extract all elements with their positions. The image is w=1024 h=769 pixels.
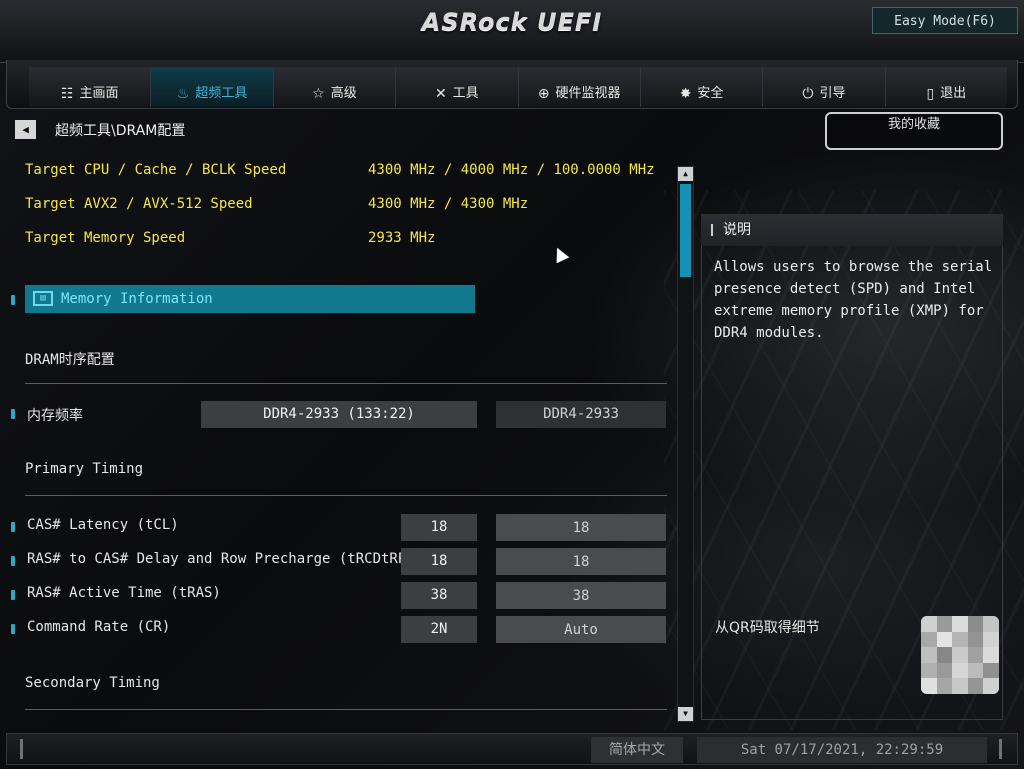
easy-mode-button[interactable]: Easy Mode(F6)	[872, 7, 1018, 34]
tab-label: 工具	[452, 86, 479, 101]
cas-latency-label: CAS# Latency (tCL)	[27, 517, 179, 533]
tras-label: RAS# Active Time (tRAS)	[27, 585, 221, 601]
tab-label: 超频工具	[195, 86, 248, 101]
footer-divider	[20, 739, 23, 759]
cas-latency-current: 18	[401, 514, 477, 541]
cas-latency-select[interactable]: 18	[496, 514, 666, 541]
breadcrumb: 超频工具\DRAM配置	[55, 123, 186, 139]
tab-boot[interactable]: ⏻ 引导	[763, 67, 886, 107]
scroll-up-arrow-icon[interactable]: ▲	[678, 167, 693, 181]
command-rate-current: 2N	[401, 616, 477, 643]
trcdtrp-label: RAS# to CAS# Delay and Row Precharge (tR…	[27, 551, 415, 567]
item-marker	[11, 556, 15, 566]
scrollbar[interactable]: ▲ ▼	[677, 166, 694, 722]
tras-select[interactable]: 38	[496, 582, 666, 609]
command-rate-label: Command Rate (CR)	[27, 619, 171, 635]
qr-code-label: 从QR码取得细节	[715, 620, 820, 636]
target-label: Target Memory Speed	[25, 230, 186, 246]
exit-door-icon: ▯	[926, 86, 935, 102]
memory-information-label: Memory Information	[61, 291, 213, 307]
tab-label: 退出	[940, 86, 967, 101]
tab-main[interactable]: ☷ 主画面	[29, 67, 152, 107]
memory-frequency-select[interactable]: DDR4-2933	[496, 401, 666, 428]
description-header: 说明	[701, 214, 1003, 246]
tools-icon: ✕	[434, 86, 447, 102]
item-marker	[11, 409, 15, 419]
star-icon: ☆	[312, 86, 325, 102]
favorites-button[interactable]: 我的收藏	[825, 112, 1003, 150]
qr-code-icon	[921, 616, 999, 694]
memory-module-icon: ▤	[33, 291, 53, 306]
section-dram-timing: DRAM时序配置	[25, 352, 115, 368]
tab-hardware-monitor[interactable]: ⊕ 硬件监视器	[518, 67, 641, 107]
target-icon: ⊕	[537, 86, 550, 102]
target-value: 4300 MHz / 4300 MHz	[368, 196, 529, 212]
tab-advanced[interactable]: ☆ 高级	[273, 67, 397, 107]
item-marker	[11, 522, 15, 532]
header: ASRock UEFI	[0, 0, 1024, 63]
target-row: Target CPU / Cache / BCLK Speed 4300 MHz…	[0, 162, 680, 190]
language-button[interactable]: 简体中文	[591, 737, 683, 763]
target-value: 2933 MHz	[368, 230, 436, 246]
memory-frequency-current: DDR4-2933 (133:22)	[201, 401, 477, 428]
section-divider	[25, 383, 667, 384]
memory-information-item[interactable]: ▤ Memory Information	[25, 285, 475, 313]
tab-exit[interactable]: ▯ 退出	[885, 67, 1007, 107]
tabs-container: ☷ 主画面 ♨ 超频工具 ☆ 高级 ✕ 工具 ⊕ 硬件监视器 ✸ 安全 ⏻ 引导…	[29, 67, 1007, 107]
scrollbar-thumb[interactable]	[680, 184, 691, 277]
settings-panel: Target CPU / Cache / BCLK Speed 4300 MHz…	[0, 158, 700, 723]
description-text: Allows users to browse the serial presen…	[714, 259, 993, 341]
tab-label: 引导	[819, 86, 846, 101]
section-divider	[25, 495, 667, 496]
item-marker	[11, 624, 15, 634]
command-rate-select[interactable]: Auto	[496, 616, 666, 643]
item-marker	[11, 295, 15, 305]
tab-label: 硬件监视器	[555, 86, 621, 101]
trcdtrp-current: 18	[401, 548, 477, 575]
tab-security[interactable]: ✸ 安全	[640, 67, 764, 107]
back-arrow-icon[interactable]: ◀	[15, 120, 36, 139]
section-primary-timing: Primary Timing	[25, 461, 144, 477]
date-time-display: Sat 07/17/2021, 22:29:59	[697, 737, 987, 763]
list-icon: ☷	[60, 86, 74, 102]
item-marker	[11, 590, 15, 600]
scroll-down-arrow-icon[interactable]: ▼	[678, 707, 693, 721]
shield-gear-icon: ✸	[679, 86, 692, 102]
target-row: Target AVX2 / AVX-512 Speed 4300 MHz / 4…	[0, 196, 680, 224]
tab-label: 主画面	[79, 86, 119, 101]
trcdtrp-select[interactable]: 18	[496, 548, 666, 575]
section-divider	[25, 709, 667, 710]
tab-bar: ☷ 主画面 ♨ 超频工具 ☆ 高级 ✕ 工具 ⊕ 硬件监视器 ✸ 安全 ⏻ 引导…	[6, 60, 1018, 109]
tab-oc-tweaker[interactable]: ♨ 超频工具	[151, 67, 274, 107]
flame-icon: ♨	[176, 86, 190, 102]
target-label: Target AVX2 / AVX-512 Speed	[25, 196, 253, 212]
footer-divider	[999, 739, 1002, 759]
memory-frequency-label: 内存频率	[27, 408, 83, 424]
section-secondary-timing: Secondary Timing	[25, 675, 160, 691]
target-label: Target CPU / Cache / BCLK Speed	[25, 162, 287, 178]
power-icon: ⏻	[802, 86, 814, 102]
tras-current: 38	[401, 582, 477, 609]
asrock-uefi-logo: ASRock UEFI	[421, 8, 603, 36]
tab-label: 高级	[330, 86, 357, 101]
target-row: Target Memory Speed 2933 MHz	[0, 230, 680, 258]
tab-tools[interactable]: ✕ 工具	[396, 67, 519, 107]
target-value: 4300 MHz / 4000 MHz / 100.0000 MHz	[368, 162, 655, 178]
tab-label: 安全	[697, 86, 724, 101]
